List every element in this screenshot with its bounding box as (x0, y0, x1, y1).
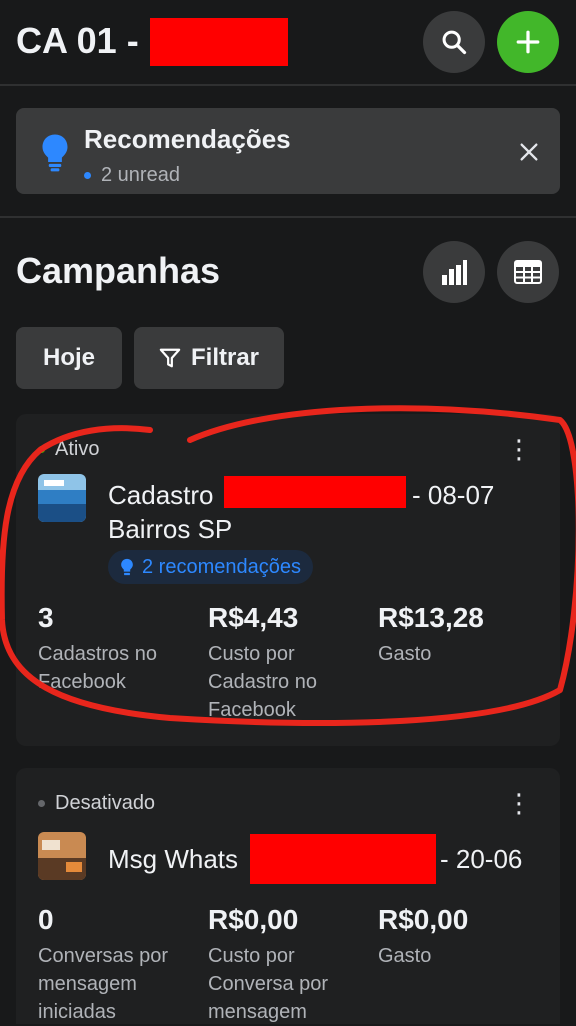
plus-icon (516, 30, 540, 54)
recommendations-chip[interactable]: 2 recomendações (108, 550, 313, 584)
lightbulb-icon (42, 134, 68, 172)
status-dot (38, 800, 45, 807)
metric-value: R$4,43 (208, 602, 299, 633)
table-icon (514, 260, 542, 284)
status-label: Desativado (55, 792, 156, 814)
search-button[interactable] (423, 11, 485, 73)
metric-label: Gasto (378, 643, 432, 665)
date-filter-label: Hoje (42, 344, 95, 371)
add-button[interactable] (497, 11, 559, 73)
redacted-block (224, 476, 406, 508)
metric-label: Gasto (378, 945, 432, 967)
unread-dot (84, 172, 91, 179)
metric-results: 3 Cadastros no Facebook (38, 602, 198, 696)
campaign-name: Cadastro (108, 478, 214, 512)
lightbulb-icon (121, 558, 133, 576)
campaign-thumbnail (38, 474, 86, 522)
header-divider (0, 84, 576, 86)
campaign-name-suffix: - 20-06 (440, 844, 523, 874)
filter-button[interactable]: Filtrar (134, 327, 284, 389)
campaign-name-prefix: Cadastro (108, 480, 214, 510)
search-icon (442, 30, 467, 55)
unread-count: 2 unread (101, 164, 180, 186)
metric-value: R$13,28 (378, 602, 484, 633)
metric-value: 3 (38, 602, 54, 633)
metric-spend: R$0,00 Gasto (378, 904, 538, 970)
metric-spend: R$13,28 Gasto (378, 602, 538, 668)
more-options-icon[interactable]: ⋮ (506, 436, 532, 462)
campaign-name: Msg Whats (108, 842, 238, 876)
campaign-card[interactable]: Ativo ⋮ Cadastro - 08-07 Bairros SP 2 re… (16, 414, 560, 746)
metric-cost-per-result: R$4,43 Custo por Cadastro no Facebook (208, 602, 368, 724)
metric-value: R$0,00 (208, 904, 299, 935)
campaign-name-line2: Bairros SP (108, 514, 233, 544)
metric-label: Conversas por mensagem iniciadas (38, 945, 169, 1023)
metric-results: 0 Conversas por mensagem iniciadas (38, 904, 198, 1026)
filter-icon (159, 348, 181, 368)
section-divider (0, 216, 576, 218)
campaign-thumbnail (38, 832, 86, 880)
metric-label: Cadastros no Facebook (38, 643, 157, 693)
recommendations-title: Recomendações (84, 124, 291, 154)
campaign-name-prefix: Msg Whats (108, 844, 239, 874)
metric-cost-per-result: R$0,00 Custo por Conversa por mensagem (208, 904, 368, 1026)
metric-value: R$0,00 (378, 904, 469, 935)
recommendations-unread: 2 unread (84, 164, 180, 187)
metric-value: 0 (38, 904, 54, 935)
account-title: CA 01 - (16, 20, 139, 61)
campaign-card[interactable]: Desativado ⋮ Msg Whats - 20-06 0 Convers… (16, 768, 560, 1024)
recommendations-chip-label: 2 recomendações (142, 555, 301, 578)
more-options-icon[interactable]: ⋮ (506, 790, 532, 816)
recommendations-banner[interactable]: Recomendações 2 unread (16, 108, 560, 194)
campaign-status: Desativado (38, 792, 155, 815)
metric-label: Custo por Conversa por mensagem (208, 945, 329, 1023)
metric-label: Custo por Cadastro no Facebook (208, 643, 317, 721)
campaign-status: Ativo (38, 438, 99, 461)
top-bar: CA 01 - (0, 0, 576, 84)
chart-view-button[interactable] (423, 241, 485, 303)
status-dot (38, 446, 45, 453)
date-filter-button[interactable]: Hoje (16, 327, 122, 389)
status-label: Ativo (55, 438, 100, 460)
filter-label: Filtrar (190, 344, 259, 371)
close-icon[interactable] (518, 141, 540, 163)
bar-chart-icon (442, 260, 467, 285)
table-view-button[interactable] (497, 241, 559, 303)
redacted-block (250, 834, 436, 884)
redacted-block (150, 18, 288, 66)
campaign-name-suffix: - 08-07 (412, 480, 495, 510)
campaigns-title: Campanhas (16, 250, 221, 291)
